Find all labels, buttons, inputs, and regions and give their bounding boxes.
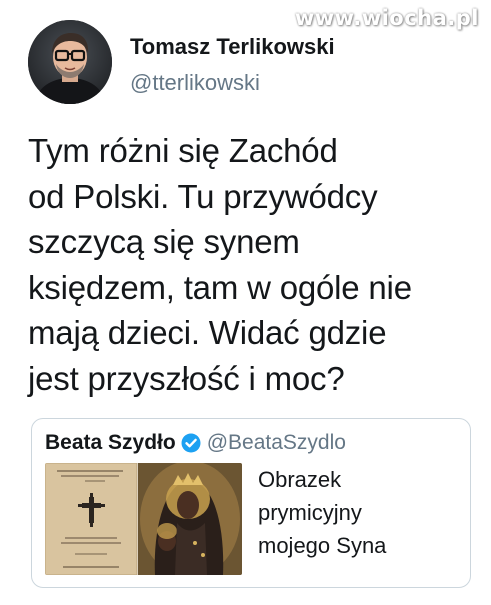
prayer-card-image-icon bbox=[45, 463, 242, 575]
avatar[interactable] bbox=[28, 20, 112, 104]
quoted-tweet-image[interactable] bbox=[45, 463, 242, 575]
author-name[interactable]: Tomasz Terlikowski bbox=[130, 34, 335, 60]
author-handle[interactable]: @tterlikowski bbox=[130, 70, 260, 96]
watermark: www.wiocha.pl bbox=[294, 6, 479, 30]
quoted-author-name: Beata Szydło bbox=[45, 431, 176, 454]
avatar-photo-icon bbox=[28, 20, 112, 104]
quoted-tweet-header: Beata Szydło @BeataSzydlo bbox=[45, 429, 346, 457]
quoted-tweet-text: Obrazek prymicyjny mojego Syna bbox=[258, 467, 387, 558]
quoted-author-handle: @BeataSzydlo bbox=[206, 431, 346, 454]
quoted-tweet-card[interactable]: Beata Szydło @BeataSzydlo Obrazek prymic… bbox=[31, 418, 471, 588]
tweet-text: Tym różni się Zachód od Polski. Tu przyw… bbox=[28, 132, 412, 397]
verified-badge-icon bbox=[181, 433, 201, 453]
